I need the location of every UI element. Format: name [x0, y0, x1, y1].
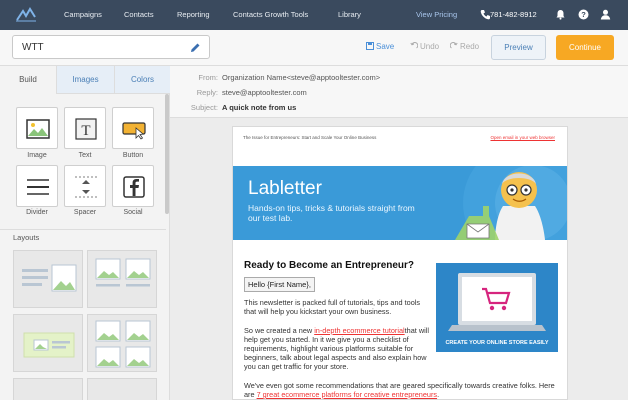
panel-scrollbar[interactable] [165, 94, 169, 214]
paragraph-1: This newsletter is packed full of tutori… [244, 298, 421, 316]
continue-button[interactable]: Continue [556, 35, 614, 60]
from-label: From: [198, 73, 218, 82]
button-icon [122, 122, 146, 140]
block-button[interactable] [112, 107, 154, 149]
svg-text:T: T [81, 123, 90, 139]
block-image[interactable] [16, 107, 58, 149]
tab-build[interactable]: Build [0, 66, 57, 94]
block-social[interactable] [112, 165, 154, 207]
layout-image-text[interactable] [13, 314, 83, 372]
campaign-name-input[interactable]: WTT [12, 35, 210, 59]
block-spacer-label: Spacer [73, 209, 97, 216]
layouts-heading: Layouts [0, 229, 166, 245]
bell-icon[interactable] [555, 9, 566, 20]
undo-icon [410, 42, 419, 49]
view-pricing-link[interactable]: View Pricing [416, 10, 457, 19]
paragraph-2-text: So we created a new [244, 326, 315, 335]
phone-icon [480, 10, 490, 20]
pencil-icon[interactable] [190, 42, 201, 53]
ecommerce-platforms-link[interactable]: 7 great ecommerce platforms for creative… [257, 390, 437, 399]
paragraph-3: We've even got some recommendations that… [244, 381, 562, 399]
layout-image-grid[interactable] [87, 314, 157, 372]
greeting-text[interactable]: Hello {First Name}, [244, 277, 315, 292]
redo-button[interactable]: Redo [449, 42, 480, 51]
save-button[interactable]: Save [366, 42, 394, 51]
email-banner[interactable]: Labletter Hands-on tips, tricks & tutori… [233, 166, 567, 240]
campaign-name-value[interactable]: WTT [22, 42, 44, 53]
block-spacer[interactable] [64, 165, 106, 207]
scientist-mascot-icon [455, 172, 545, 240]
svg-text:?: ? [581, 10, 586, 19]
editor-toolbar: WTT Save Undo Redo Preview Continue [0, 30, 628, 66]
preheader-text: The Issue for Entrepreneurs: Start and S… [243, 135, 377, 140]
undo-label: Undo [420, 42, 440, 51]
email-heading: Ready to Become an Entrepreneur? [244, 260, 415, 271]
reply-label: Reply: [196, 88, 218, 97]
build-panel: Build Images Colors Image T Text Button … [0, 66, 170, 400]
tab-colors[interactable]: Colors [114, 66, 170, 94]
panel-tabs: Build Images Colors [0, 66, 170, 94]
text-icon: T [75, 118, 97, 140]
divider-icon [27, 179, 49, 195]
subject-value[interactable]: A quick note from us [222, 103, 296, 112]
help-icon[interactable]: ? [578, 9, 589, 20]
layout-preview-icon [95, 320, 151, 368]
layout-preview-icon [22, 264, 77, 292]
redo-icon [449, 42, 458, 49]
layout-text-image[interactable] [13, 250, 83, 308]
facebook-icon [123, 176, 145, 198]
tab-images[interactable]: Images [57, 66, 114, 94]
block-text[interactable]: T [64, 107, 106, 149]
undo-button[interactable]: Undo [410, 42, 439, 51]
layout-tile-partial[interactable] [13, 378, 83, 400]
phone-number: 781-482-8912 [490, 10, 537, 19]
spacer-icon [75, 176, 97, 198]
ecommerce-tutorial-link[interactable]: in-depth ecommerce tutorial [314, 326, 404, 335]
block-divider[interactable] [16, 165, 58, 207]
top-navigation: Campaigns Contacts Reporting Contacts Gr… [0, 0, 628, 30]
paragraph-2: So we created a new in-depth ecommerce t… [244, 326, 429, 371]
promo-caption: CREATE YOUR ONLINE STORE EASILY [445, 340, 549, 346]
laptop-cart-icon [448, 273, 546, 331]
redo-label: Redo [460, 42, 480, 51]
nav-reporting[interactable]: Reporting [177, 10, 210, 19]
block-text-label: Text [78, 152, 92, 159]
save-label: Save [376, 42, 395, 51]
open-in-browser-link[interactable]: Open email in your web browser [490, 135, 555, 140]
subject-label: Subject: [190, 103, 218, 112]
banner-subtitle: Hands-on tips, tricks & tutorials straig… [248, 203, 415, 223]
layout-preview-icon [95, 258, 151, 287]
paragraph-3-text-end: . [437, 390, 440, 399]
block-button-label: Button [122, 152, 144, 159]
logo-icon[interactable] [15, 7, 37, 22]
block-social-label: Social [123, 209, 143, 216]
email-preview[interactable]: The Issue for Entrepreneurs: Start and S… [232, 126, 568, 400]
layout-preview-icon [23, 332, 75, 358]
block-image-label: Image [27, 152, 47, 159]
user-icon[interactable] [600, 9, 611, 20]
from-value[interactable]: Organization Name<steve@apptooltester.co… [222, 73, 380, 82]
nav-contacts-growth-tools[interactable]: Contacts Growth Tools [233, 10, 308, 19]
banner-title: Labletter [248, 178, 322, 199]
promo-image[interactable]: CREATE YOUR ONLINE STORE EASILY [436, 263, 558, 352]
preview-button[interactable]: Preview [491, 35, 546, 60]
image-icon [26, 119, 50, 139]
nav-campaigns[interactable]: Campaigns [64, 10, 102, 19]
layout-tile-partial[interactable] [87, 378, 157, 400]
floppy-icon [366, 42, 374, 50]
reply-value[interactable]: steve@apptooltester.com [222, 88, 307, 97]
layout-two-images[interactable] [87, 250, 157, 308]
nav-library[interactable]: Library [338, 10, 361, 19]
block-divider-label: Divider [26, 209, 48, 216]
nav-contacts[interactable]: Contacts [124, 10, 154, 19]
email-headers: From: Organization Name<steve@apptooltes… [170, 66, 628, 118]
